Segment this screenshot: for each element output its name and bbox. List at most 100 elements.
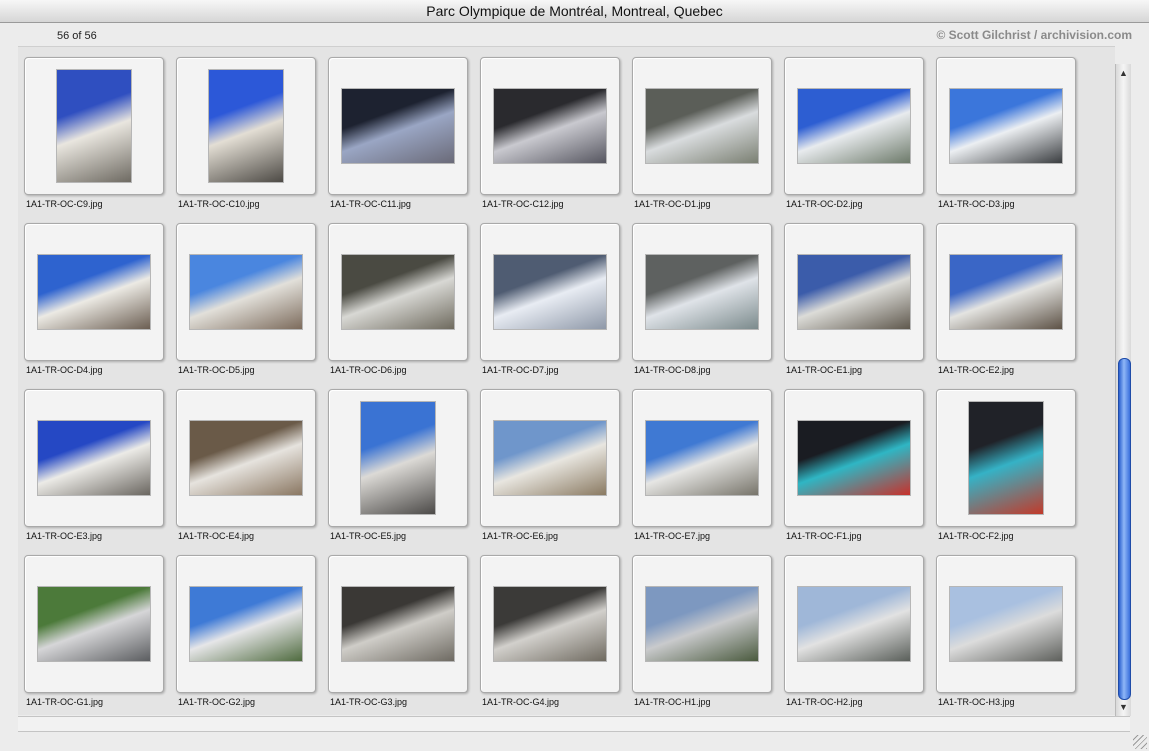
thumbnail-item[interactable]: 1A1-TR-OC-G3.jpg <box>322 545 474 711</box>
thumbnail-item[interactable]: 1A1-TR-OC-D8.jpg <box>626 213 778 379</box>
thumbnail-photo[interactable] <box>38 421 150 495</box>
thumbnail-frame[interactable] <box>936 555 1076 693</box>
thumbnail-photo[interactable] <box>646 255 758 329</box>
thumbnail-item[interactable]: 1A1-TR-OC-G4.jpg <box>474 545 626 711</box>
thumbnail-frame[interactable] <box>328 389 468 527</box>
thumbnail-item[interactable]: 1A1-TR-OC-D5.jpg <box>170 213 322 379</box>
thumbnail-filename: 1A1-TR-OC-F1.jpg <box>786 531 862 541</box>
thumbnail-photo[interactable] <box>190 255 302 329</box>
thumbnail-item[interactable]: 1A1-TR-OC-D3.jpg <box>930 47 1082 213</box>
thumbnail-photo[interactable] <box>494 421 606 495</box>
thumbnail-item[interactable]: 1A1-TR-OC-H3.jpg <box>930 545 1082 711</box>
thumbnail-frame[interactable] <box>176 57 316 195</box>
thumbnail-frame[interactable] <box>24 57 164 195</box>
thumbnail-frame[interactable] <box>784 389 924 527</box>
thumbnail-photo[interactable] <box>646 89 758 163</box>
thumbnail-frame[interactable] <box>784 555 924 693</box>
thumbnail-photo[interactable] <box>38 255 150 329</box>
thumbnail-photo[interactable] <box>342 89 454 163</box>
thumbnail-filename: 1A1-TR-OC-D8.jpg <box>634 365 711 375</box>
thumbnail-photo[interactable] <box>494 587 606 661</box>
thumbnail-item[interactable]: 1A1-TR-OC-C12.jpg <box>474 47 626 213</box>
thumbnail-item[interactable]: 1A1-TR-OC-H2.jpg <box>778 545 930 711</box>
thumbnail-frame[interactable] <box>176 223 316 361</box>
thumbnail-photo[interactable] <box>969 402 1043 514</box>
thumbnail-photo[interactable] <box>798 89 910 163</box>
thumbnail-frame[interactable] <box>328 57 468 195</box>
thumbnail-filename: 1A1-TR-OC-D6.jpg <box>330 365 407 375</box>
image-counter: 56 of 56 <box>57 30 97 42</box>
thumbnail-item[interactable]: 1A1-TR-OC-G2.jpg <box>170 545 322 711</box>
thumbnail-frame[interactable] <box>632 555 772 693</box>
thumbnail-filename: 1A1-TR-OC-D5.jpg <box>178 365 255 375</box>
thumbnail-frame[interactable] <box>328 223 468 361</box>
thumbnail-photo[interactable] <box>798 255 910 329</box>
thumbnail-item[interactable]: 1A1-TR-OC-E3.jpg <box>18 379 170 545</box>
thumbnail-item[interactable]: 1A1-TR-OC-F2.jpg <box>930 379 1082 545</box>
thumbnail-photo[interactable] <box>950 89 1062 163</box>
scroll-up-arrow-icon[interactable]: ▲ <box>1116 66 1131 80</box>
thumbnail-frame[interactable] <box>936 57 1076 195</box>
thumbnail-item[interactable]: 1A1-TR-OC-E5.jpg <box>322 379 474 545</box>
thumbnail-photo[interactable] <box>342 255 454 329</box>
thumbnail-frame[interactable] <box>784 57 924 195</box>
thumbnail-photo[interactable] <box>57 70 131 182</box>
thumbnail-photo[interactable] <box>494 255 606 329</box>
thumbnail-filename: 1A1-TR-OC-E4.jpg <box>178 531 255 541</box>
thumbnail-photo[interactable] <box>209 70 283 182</box>
thumbnail-frame[interactable] <box>176 555 316 693</box>
thumbnail-item[interactable]: 1A1-TR-OC-H1.jpg <box>626 545 778 711</box>
thumbnail-item[interactable]: 1A1-TR-OC-D7.jpg <box>474 213 626 379</box>
scrollbar-thumb[interactable] <box>1118 358 1131 700</box>
thumbnail-photo[interactable] <box>190 587 302 661</box>
thumbnail-frame[interactable] <box>936 389 1076 527</box>
thumbnail-photo[interactable] <box>798 587 910 661</box>
thumbnail-filename: 1A1-TR-OC-C9.jpg <box>26 199 103 209</box>
thumbnail-item[interactable]: 1A1-TR-OC-G1.jpg <box>18 545 170 711</box>
thumbnail-frame[interactable] <box>632 223 772 361</box>
thumbnail-item[interactable]: 1A1-TR-OC-E7.jpg <box>626 379 778 545</box>
thumbnail-item[interactable]: 1A1-TR-OC-D6.jpg <box>322 213 474 379</box>
thumbnail-item[interactable]: 1A1-TR-OC-C9.jpg <box>18 47 170 213</box>
thumbnail-photo[interactable] <box>361 402 435 514</box>
resize-grip-icon[interactable] <box>1133 735 1147 749</box>
thumbnail-item[interactable]: 1A1-TR-OC-C10.jpg <box>170 47 322 213</box>
vertical-scrollbar[interactable]: ▲ ▼ <box>1115 64 1131 716</box>
thumbnail-photo[interactable] <box>798 421 910 495</box>
thumbnail-frame[interactable] <box>480 555 620 693</box>
thumbnail-filename: 1A1-TR-OC-C11.jpg <box>330 199 411 209</box>
thumbnail-item[interactable]: 1A1-TR-OC-D1.jpg <box>626 47 778 213</box>
thumbnail-photo[interactable] <box>38 587 150 661</box>
thumbnail-photo[interactable] <box>646 587 758 661</box>
thumbnail-frame[interactable] <box>632 389 772 527</box>
thumbnail-photo[interactable] <box>950 255 1062 329</box>
thumbnail-item[interactable]: 1A1-TR-OC-F1.jpg <box>778 379 930 545</box>
thumbnail-photo[interactable] <box>494 89 606 163</box>
thumbnail-frame[interactable] <box>480 57 620 195</box>
thumbnail-item[interactable]: 1A1-TR-OC-D4.jpg <box>18 213 170 379</box>
thumbnail-photo[interactable] <box>950 587 1062 661</box>
thumbnail-photo[interactable] <box>190 421 302 495</box>
thumbnail-item[interactable]: 1A1-TR-OC-E6.jpg <box>474 379 626 545</box>
thumbnail-frame[interactable] <box>24 389 164 527</box>
thumbnail-frame[interactable] <box>480 389 620 527</box>
thumbnail-item[interactable]: 1A1-TR-OC-E4.jpg <box>170 379 322 545</box>
thumbnail-item[interactable]: 1A1-TR-OC-D2.jpg <box>778 47 930 213</box>
thumbnail-item[interactable]: 1A1-TR-OC-E2.jpg <box>930 213 1082 379</box>
thumbnail-frame[interactable] <box>24 555 164 693</box>
thumbnail-filename: 1A1-TR-OC-D2.jpg <box>786 199 863 209</box>
thumbnail-photo[interactable] <box>342 587 454 661</box>
thumbnail-frame[interactable] <box>480 223 620 361</box>
thumbnail-frame[interactable] <box>632 57 772 195</box>
thumbnail-filename: 1A1-TR-OC-C10.jpg <box>178 199 260 209</box>
thumbnail-frame[interactable] <box>176 389 316 527</box>
thumbnail-photo[interactable] <box>646 421 758 495</box>
window-title: Parc Olympique de Montréal, Montreal, Qu… <box>0 0 1149 23</box>
thumbnail-frame[interactable] <box>784 223 924 361</box>
thumbnail-frame[interactable] <box>936 223 1076 361</box>
thumbnail-item[interactable]: 1A1-TR-OC-C11.jpg <box>322 47 474 213</box>
thumbnail-frame[interactable] <box>328 555 468 693</box>
scroll-down-arrow-icon[interactable]: ▼ <box>1116 700 1131 714</box>
thumbnail-frame[interactable] <box>24 223 164 361</box>
thumbnail-item[interactable]: 1A1-TR-OC-E1.jpg <box>778 213 930 379</box>
